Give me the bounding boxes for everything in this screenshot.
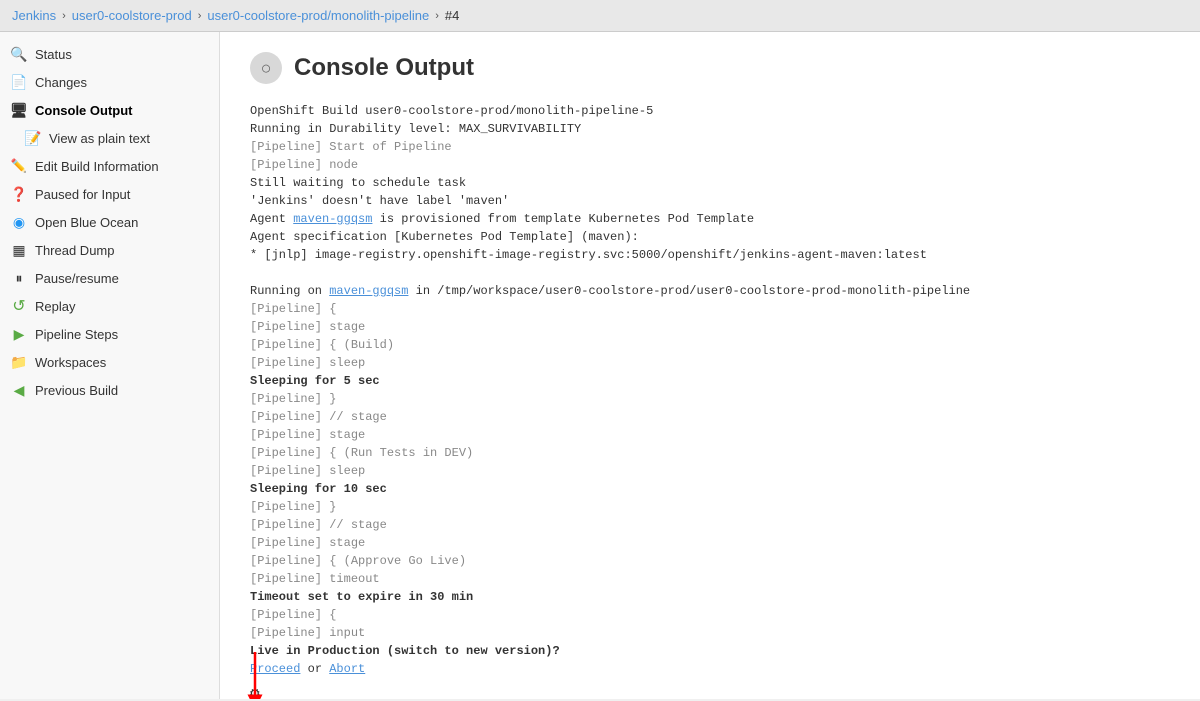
line-16: [Pipeline] } bbox=[250, 390, 1170, 408]
changes-icon bbox=[10, 73, 28, 91]
line-30: Live in Production (switch to new versio… bbox=[250, 642, 1170, 660]
line-19: [Pipeline] { (Run Tests in DEV) bbox=[250, 444, 1170, 462]
line-28: [Pipeline] { bbox=[250, 606, 1170, 624]
abort-link[interactable]: Abort bbox=[329, 662, 365, 676]
link-maven-2[interactable]: maven-ggqsm bbox=[329, 284, 408, 298]
header-spinner-icon: ○ bbox=[250, 52, 282, 84]
sidebar-item-view-plain-text[interactable]: View as plain text bbox=[0, 124, 219, 152]
sidebar-label-previous: Previous Build bbox=[35, 383, 118, 398]
sidebar-item-pipeline-steps[interactable]: Pipeline Steps bbox=[0, 320, 219, 348]
text-icon bbox=[24, 129, 42, 147]
page-header: ○ Console Output bbox=[250, 52, 1170, 84]
sidebar-label-replay: Replay bbox=[35, 299, 75, 314]
breadcrumb-sep-2: › bbox=[198, 10, 202, 22]
previous-icon bbox=[10, 381, 28, 399]
line-6: 'Jenkins' doesn't have label 'maven' bbox=[250, 192, 1170, 210]
sidebar-label-paused-input: Paused for Input bbox=[35, 187, 130, 202]
proceed-link[interactable]: Proceed bbox=[250, 662, 300, 676]
sidebar-item-paused-input[interactable]: Paused for Input bbox=[0, 180, 219, 208]
line-31: Proceed or Abort bbox=[250, 660, 1170, 678]
line-4: [Pipeline] node bbox=[250, 156, 1170, 174]
sidebar-label-plain-text: View as plain text bbox=[49, 131, 150, 146]
thread-icon bbox=[10, 241, 28, 259]
line-8: Agent specification [Kubernetes Pod Temp… bbox=[250, 228, 1170, 246]
line-11: [Pipeline] { bbox=[250, 300, 1170, 318]
breadcrumb-build: #4 bbox=[445, 8, 459, 23]
sidebar-label-pipeline: Pipeline Steps bbox=[35, 327, 118, 342]
line-14: [Pipeline] sleep bbox=[250, 354, 1170, 372]
line-spinner: ⚙ bbox=[250, 682, 1170, 699]
line-25: [Pipeline] { (Approve Go Live) bbox=[250, 552, 1170, 570]
breadcrumb-bar: Jenkins › user0-coolstore-prod › user0-c… bbox=[0, 0, 1200, 32]
line-13: [Pipeline] { (Build) bbox=[250, 336, 1170, 354]
console-output: OpenShift Build user0-coolstore-prod/mon… bbox=[250, 102, 1170, 699]
breadcrumb-jenkins[interactable]: Jenkins bbox=[12, 8, 56, 23]
sidebar-item-changes[interactable]: Changes bbox=[0, 68, 219, 96]
sidebar-label-console: Console Output bbox=[35, 103, 133, 118]
breadcrumb-pipeline[interactable]: user0-coolstore-prod/monolith-pipeline bbox=[207, 8, 429, 23]
line-10: Running on maven-ggqsm in /tmp/workspace… bbox=[250, 282, 1170, 300]
pipeline-icon bbox=[10, 325, 28, 343]
line-2: Running in Durability level: MAX_SURVIVA… bbox=[250, 120, 1170, 138]
line-12: [Pipeline] stage bbox=[250, 318, 1170, 336]
line-27: Timeout set to expire in 30 min bbox=[250, 588, 1170, 606]
sidebar-label-blue-ocean: Open Blue Ocean bbox=[35, 215, 138, 230]
sidebar-item-status[interactable]: Status bbox=[0, 40, 219, 68]
sidebar-item-previous-build[interactable]: Previous Build bbox=[0, 376, 219, 404]
line-17: [Pipeline] // stage bbox=[250, 408, 1170, 426]
line-blank-1 bbox=[250, 264, 1170, 282]
sidebar-item-replay[interactable]: Replay bbox=[0, 292, 219, 320]
sidebar-label-changes: Changes bbox=[35, 75, 87, 90]
line-5: Still waiting to schedule task bbox=[250, 174, 1170, 192]
workspaces-icon bbox=[10, 353, 28, 371]
sidebar-label-edit-build: Edit Build Information bbox=[35, 159, 159, 174]
line-29: [Pipeline] input bbox=[250, 624, 1170, 642]
link-maven-1[interactable]: maven-ggqsm bbox=[293, 212, 372, 226]
replay-icon bbox=[10, 297, 28, 315]
line-23: [Pipeline] // stage bbox=[250, 516, 1170, 534]
line-24: [Pipeline] stage bbox=[250, 534, 1170, 552]
pause-input-icon bbox=[10, 185, 28, 203]
sidebar-label-thread: Thread Dump bbox=[35, 243, 114, 258]
sidebar-item-console-output[interactable]: Console Output bbox=[0, 96, 219, 124]
breadcrumb-coolstore[interactable]: user0-coolstore-prod bbox=[72, 8, 192, 23]
sidebar: Status Changes Console Output View as pl… bbox=[0, 32, 220, 699]
line-22: [Pipeline] } bbox=[250, 498, 1170, 516]
line-9: * [jnlp] image-registry.openshift-image-… bbox=[250, 246, 1170, 264]
breadcrumb-sep-1: › bbox=[62, 10, 66, 22]
sidebar-item-workspaces[interactable]: Workspaces bbox=[0, 348, 219, 376]
breadcrumb-sep-3: › bbox=[435, 10, 439, 22]
line-1: OpenShift Build user0-coolstore-prod/mon… bbox=[250, 102, 1170, 120]
line-21: Sleeping for 10 sec bbox=[250, 480, 1170, 498]
console-icon bbox=[10, 101, 28, 119]
line-18: [Pipeline] stage bbox=[250, 426, 1170, 444]
edit-icon bbox=[10, 157, 28, 175]
sidebar-item-edit-build[interactable]: Edit Build Information bbox=[0, 152, 219, 180]
sidebar-item-thread-dump[interactable]: Thread Dump bbox=[0, 236, 219, 264]
line-20: [Pipeline] sleep bbox=[250, 462, 1170, 480]
pause-resume-icon bbox=[10, 269, 28, 287]
sidebar-item-blue-ocean[interactable]: Open Blue Ocean bbox=[0, 208, 219, 236]
sidebar-label-status: Status bbox=[35, 47, 72, 62]
magnifier-icon bbox=[10, 45, 28, 63]
line-3: [Pipeline] Start of Pipeline bbox=[250, 138, 1170, 156]
sidebar-item-pause-resume[interactable]: Pause/resume bbox=[0, 264, 219, 292]
line-7: Agent maven-ggqsm is provisioned from te… bbox=[250, 210, 1170, 228]
content-area: ○ Console Output OpenShift Build user0-c… bbox=[220, 32, 1200, 699]
sidebar-label-workspaces: Workspaces bbox=[35, 355, 106, 370]
blue-ocean-icon bbox=[10, 213, 28, 231]
arrow-1 bbox=[220, 87, 235, 167]
page-title: Console Output bbox=[294, 54, 474, 82]
sidebar-label-pause-resume: Pause/resume bbox=[35, 271, 119, 286]
line-15: Sleeping for 5 sec bbox=[250, 372, 1170, 390]
line-26: [Pipeline] timeout bbox=[250, 570, 1170, 588]
